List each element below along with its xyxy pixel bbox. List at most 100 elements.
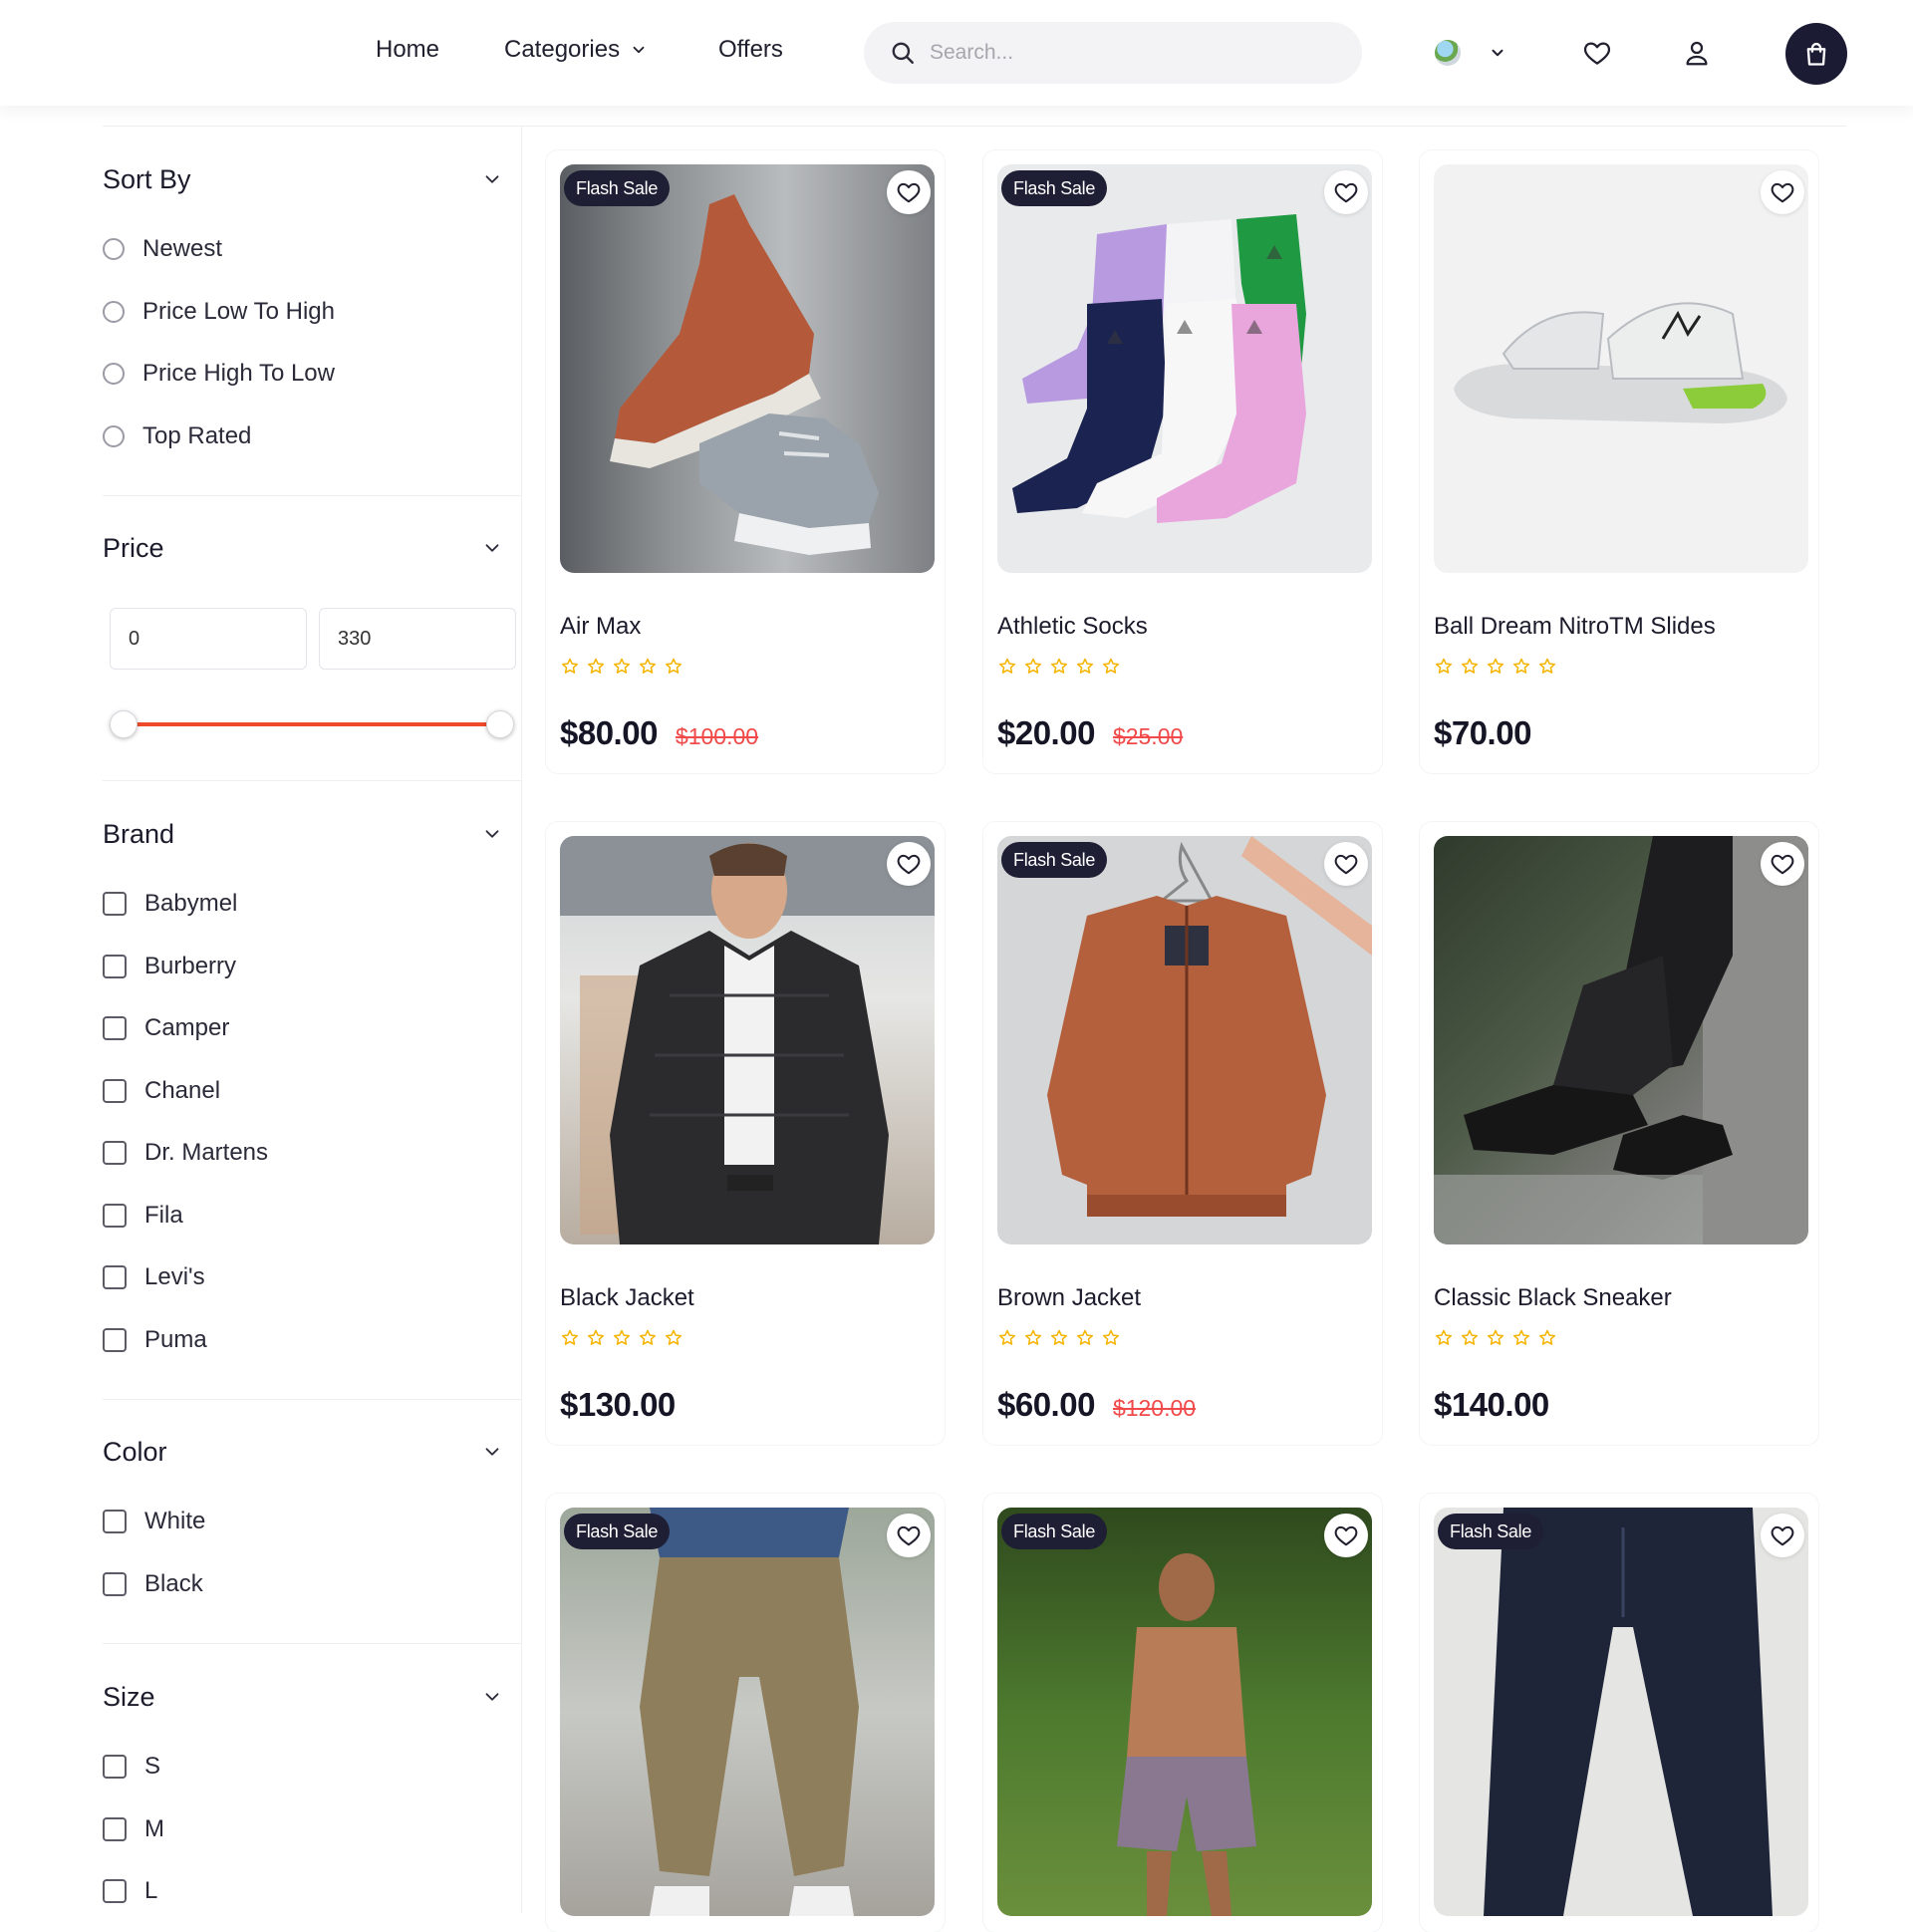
color-option[interactable]: White xyxy=(103,1508,205,1535)
heart-icon xyxy=(1771,854,1794,875)
nav-offers-link[interactable]: Offers xyxy=(718,36,783,64)
price-min-input[interactable]: 0 xyxy=(110,608,307,670)
size-option[interactable]: L xyxy=(103,1877,157,1905)
checkbox[interactable] xyxy=(103,1817,127,1841)
brand-option[interactable]: Babymel xyxy=(103,890,237,918)
product-image[interactable] xyxy=(560,164,935,573)
add-to-wishlist-button[interactable] xyxy=(1761,1514,1804,1557)
product-card[interactable]: Flash Sale xyxy=(1420,1494,1818,1932)
price-min-handle[interactable] xyxy=(110,710,137,738)
radio-button[interactable] xyxy=(103,425,125,447)
add-to-wishlist-button[interactable] xyxy=(887,170,931,214)
product-image[interactable] xyxy=(997,164,1372,573)
flash-sale-badge: Flash Sale xyxy=(1438,1514,1544,1549)
sort-by-header[interactable]: Sort By xyxy=(103,159,521,199)
color-option[interactable]: Black xyxy=(103,1570,203,1598)
price-header[interactable]: Price xyxy=(103,528,521,568)
cart-button[interactable] xyxy=(1785,23,1847,85)
sort-option-top-rated[interactable]: Top Rated xyxy=(103,422,251,450)
price-range-track[interactable] xyxy=(125,722,501,726)
nav-home-link[interactable]: Home xyxy=(376,36,439,64)
brand-option[interactable]: Fila xyxy=(103,1202,183,1230)
product-image[interactable] xyxy=(997,836,1372,1244)
product-image[interactable] xyxy=(1434,1508,1808,1916)
add-to-wishlist-button[interactable] xyxy=(1324,170,1368,214)
wishlist-heart-icon[interactable] xyxy=(1582,38,1612,68)
add-to-wishlist-button[interactable] xyxy=(1761,842,1804,886)
user-account-icon[interactable] xyxy=(1682,38,1712,68)
product-image[interactable] xyxy=(560,1508,935,1916)
checkbox[interactable] xyxy=(103,1328,127,1352)
search-input[interactable] xyxy=(930,41,1328,65)
checkbox[interactable] xyxy=(103,1755,127,1779)
product-name[interactable]: Air Max xyxy=(560,613,641,641)
khaki-pants-image xyxy=(640,1508,859,1916)
product-card[interactable]: Flash Sale Athletic Socks $20.00 $25.00 xyxy=(983,150,1382,773)
checkbox[interactable] xyxy=(103,1204,127,1228)
price-row: $130.00 xyxy=(560,1386,676,1424)
checkbox[interactable] xyxy=(103,1141,127,1165)
nav-categories-label: Categories xyxy=(504,36,621,63)
sort-option-newest[interactable]: Newest xyxy=(103,235,222,263)
brand-option[interactable]: Puma xyxy=(103,1326,207,1354)
black-sneaker-image xyxy=(1434,836,1808,1244)
size-option[interactable]: M xyxy=(103,1815,164,1843)
product-card[interactable]: Flash Sale Air Max $80.00 $100.00 xyxy=(546,150,945,773)
add-to-wishlist-button[interactable] xyxy=(1324,1514,1368,1557)
add-to-wishlist-button[interactable] xyxy=(887,1514,931,1557)
add-to-wishlist-button[interactable] xyxy=(1324,842,1368,886)
checkbox[interactable] xyxy=(103,1265,127,1289)
product-card[interactable]: Classic Black Sneaker $140.00 xyxy=(1420,822,1818,1445)
product-name[interactable]: Athletic Socks xyxy=(997,613,1148,641)
search-bar[interactable] xyxy=(864,22,1362,84)
language-flag-icon[interactable] xyxy=(1435,40,1461,66)
checkbox[interactable] xyxy=(103,1572,127,1596)
product-name[interactable]: Ball Dream NitroTM Slides xyxy=(1434,613,1716,641)
product-image[interactable] xyxy=(997,1508,1372,1916)
checkbox[interactable] xyxy=(103,1016,127,1040)
brand-option[interactable]: Dr. Martens xyxy=(103,1139,268,1167)
checkbox[interactable] xyxy=(103,1510,127,1533)
language-chevron-down-icon[interactable] xyxy=(1489,44,1506,62)
add-to-wishlist-button[interactable] xyxy=(887,842,931,886)
product-name[interactable]: Classic Black Sneaker xyxy=(1434,1284,1672,1312)
checkbox[interactable] xyxy=(103,892,127,916)
brand-option-label: Dr. Martens xyxy=(144,1139,269,1166)
product-card[interactable]: Flash Sale xyxy=(983,1494,1382,1932)
product-card[interactable]: Flash Sale Brown Jacket $60.00 $120.00 xyxy=(983,822,1382,1445)
color-header[interactable]: Color xyxy=(103,1432,521,1472)
checkbox[interactable] xyxy=(103,1879,127,1903)
star-icon xyxy=(1103,658,1119,674)
price-max-input[interactable]: 330 xyxy=(319,608,516,670)
color-option-label: Black xyxy=(144,1570,203,1597)
nav-categories-menu[interactable]: Categories xyxy=(504,36,648,64)
checkbox[interactable] xyxy=(103,1079,127,1103)
product-name[interactable]: Black Jacket xyxy=(560,1284,694,1312)
star-icon xyxy=(614,658,630,674)
black-jacket-image xyxy=(560,836,935,1244)
sort-option-price-low-high[interactable]: Price Low To High xyxy=(103,298,335,326)
product-image[interactable] xyxy=(1434,836,1808,1244)
product-name[interactable]: Brown Jacket xyxy=(997,1284,1141,1312)
price-max-handle[interactable] xyxy=(486,710,514,738)
radio-button[interactable] xyxy=(103,363,125,385)
heart-icon xyxy=(1334,1525,1358,1546)
brand-option[interactable]: Chanel xyxy=(103,1077,220,1105)
product-card[interactable]: Black Jacket $130.00 xyxy=(546,822,945,1445)
radio-button[interactable] xyxy=(103,238,125,260)
radio-button[interactable] xyxy=(103,301,125,323)
brand-option[interactable]: Levi's xyxy=(103,1263,205,1291)
brand-option[interactable]: Camper xyxy=(103,1014,229,1042)
size-header[interactable]: Size xyxy=(103,1677,521,1717)
rating-stars xyxy=(997,1328,1121,1348)
add-to-wishlist-button[interactable] xyxy=(1761,170,1804,214)
product-card[interactable]: Ball Dream NitroTM Slides $70.00 xyxy=(1420,150,1818,773)
brand-header[interactable]: Brand xyxy=(103,814,521,854)
product-image[interactable] xyxy=(560,836,935,1244)
product-card[interactable]: Flash Sale xyxy=(546,1494,945,1932)
checkbox[interactable] xyxy=(103,955,127,978)
brand-option[interactable]: Burberry xyxy=(103,953,236,980)
product-image[interactable] xyxy=(1434,164,1808,573)
size-option[interactable]: S xyxy=(103,1753,160,1781)
sort-option-price-high-low[interactable]: Price High To Low xyxy=(103,360,335,388)
